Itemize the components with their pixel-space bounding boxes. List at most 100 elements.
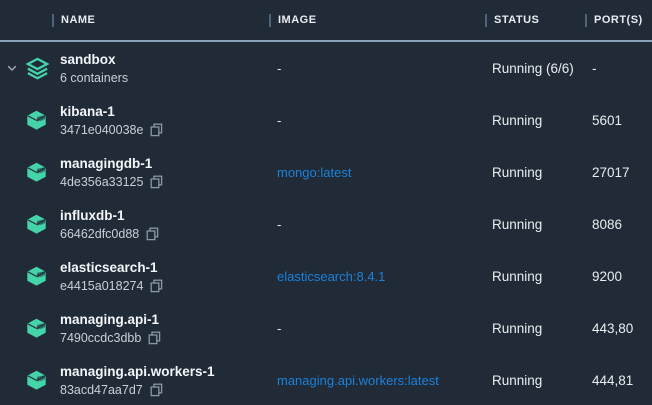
column-header-ports[interactable]: PORT(S) [585, 14, 652, 27]
status-cell: Running [492, 269, 592, 284]
table-body: sandbox6 containers-Running (6/6)-kibana… [0, 42, 652, 405]
container-subtext: e4415a018274 [60, 279, 277, 293]
name-cell: managing.api-1 7490ccdc3dbb [60, 312, 277, 345]
ports-cell: - [592, 61, 652, 76]
container-icon [25, 108, 48, 132]
image-cell: managing.api.workers:latest [277, 373, 492, 388]
container-id: 6 containers [60, 71, 128, 85]
image-dash: - [277, 113, 281, 128]
container-icon [25, 368, 48, 392]
container-name[interactable]: elasticsearch-1 [60, 260, 277, 276]
name-cell: influxdb-1 66462dfc0d88 [60, 208, 277, 241]
name-cell: managing.api.workers-1 83acd47aa7d7 [60, 364, 277, 397]
column-header-name[interactable]: NAME [52, 14, 269, 27]
status-text: Running [492, 269, 542, 284]
container-icon [25, 160, 48, 184]
image-dash: - [277, 217, 281, 232]
ports-cell: 443,80 [592, 321, 652, 336]
ports-cell: 9200 [592, 269, 652, 284]
ports-text: 444,81 [592, 373, 633, 388]
table-row[interactable]: influxdb-166462dfc0d88-Running8086 [0, 198, 652, 250]
ports-text: 9200 [592, 269, 622, 284]
table-row[interactable]: managingdb-1 4de356a33125 mongo:latest Runn… [0, 146, 652, 198]
name-cell: sandbox 6 containers [60, 52, 277, 85]
status-text: Running [492, 373, 542, 388]
chevron-down-icon[interactable] [7, 65, 17, 72]
copy-icon[interactable] [146, 227, 159, 241]
status-text: Running [492, 217, 542, 232]
column-header-image[interactable]: IMAGE [269, 14, 485, 27]
image-cell: - [277, 321, 492, 336]
copy-icon[interactable] [150, 123, 163, 137]
status-cell: Running [492, 113, 592, 128]
container-subtext: 83acd47aa7d7 [60, 383, 277, 397]
container-name[interactable]: kibana-1 [60, 104, 277, 120]
status-cell: Running [492, 373, 592, 388]
container-subtext: 3471e040038e [60, 123, 277, 137]
container-id: 7490ccdc3dbb [60, 331, 141, 345]
row-icon-cell [24, 160, 60, 184]
table-row[interactable]: sandbox 6 containers - Running (6/6) - [0, 42, 652, 94]
container-name[interactable]: sandbox [60, 52, 277, 68]
row-icon-cell [24, 316, 60, 340]
container-id: e4415a018274 [60, 279, 143, 293]
image-link[interactable]: managing.api.workers:latest [277, 373, 439, 388]
image-cell: - [277, 217, 492, 232]
container-id: 3471e040038e [60, 123, 143, 137]
status-text: Running [492, 113, 542, 128]
container-name[interactable]: managingdb-1 [60, 156, 277, 172]
container-id: 4de356a33125 [60, 175, 143, 189]
ports-text: 5601 [592, 113, 622, 128]
container-id: 66462dfc0d88 [60, 227, 139, 241]
status-cell: Running [492, 165, 592, 180]
table-row[interactable]: managing.api.workers-183acd47aa7d7managi… [0, 354, 652, 405]
image-cell: elasticsearch:8.4.1 [277, 269, 492, 284]
image-link[interactable]: elasticsearch:8.4.1 [277, 269, 385, 284]
ports-text: 443,80 [592, 321, 633, 336]
container-name[interactable]: managing.api-1 [60, 312, 277, 328]
ports-text: - [592, 61, 597, 76]
expander-cell[interactable] [0, 65, 24, 72]
status-text: Running [492, 321, 542, 336]
column-divider [52, 14, 54, 27]
status-text: Running [492, 165, 542, 180]
column-header-status[interactable]: STATUS [485, 14, 585, 27]
ports-cell: 27017 [592, 165, 652, 180]
container-name[interactable]: managing.api.workers-1 [60, 364, 277, 380]
container-name[interactable]: influxdb-1 [60, 208, 277, 224]
copy-icon[interactable] [150, 383, 163, 397]
ports-text: 27017 [592, 165, 630, 180]
image-cell: - [277, 61, 492, 76]
container-icon [25, 316, 48, 340]
table-header: NAME IMAGE STATUS PORT(S) [0, 0, 652, 42]
row-icon-cell [24, 212, 60, 236]
status-cell: Running [492, 321, 592, 336]
image-link[interactable]: mongo:latest [277, 165, 351, 180]
table-row[interactable]: managing.api-1 7490ccdc3dbb - Running 443,80 [0, 302, 652, 354]
column-divider [585, 14, 587, 27]
copy-icon[interactable] [150, 175, 163, 189]
column-divider [269, 14, 271, 27]
image-dash: - [277, 321, 281, 336]
status-text: Running (6/6) [492, 61, 574, 76]
table-row[interactable]: elasticsearch-1 e4415a018274 elasticsearch… [0, 250, 652, 302]
table-row[interactable]: kibana-1 3471e040038e - Running 5601 [0, 94, 652, 146]
image-dash: - [277, 61, 281, 76]
column-header-label: STATUS [494, 14, 539, 26]
name-cell: managingdb-1 4de356a33125 [60, 156, 277, 189]
image-cell: mongo:latest [277, 165, 492, 180]
container-id: 83acd47aa7d7 [60, 383, 143, 397]
copy-icon[interactable] [150, 279, 163, 293]
column-header-label: PORT(S) [594, 14, 643, 26]
container-subtext: 7490ccdc3dbb [60, 331, 277, 345]
container-subtext: 6 containers [60, 71, 277, 85]
column-divider [485, 14, 487, 27]
container-icon [25, 264, 48, 288]
ports-cell: 5601 [592, 113, 652, 128]
row-icon-cell [24, 368, 60, 392]
stack-icon [25, 56, 50, 81]
copy-icon[interactable] [148, 331, 161, 345]
column-header-label: IMAGE [278, 14, 317, 26]
image-cell: - [277, 113, 492, 128]
container-subtext: 4de356a33125 [60, 175, 277, 189]
